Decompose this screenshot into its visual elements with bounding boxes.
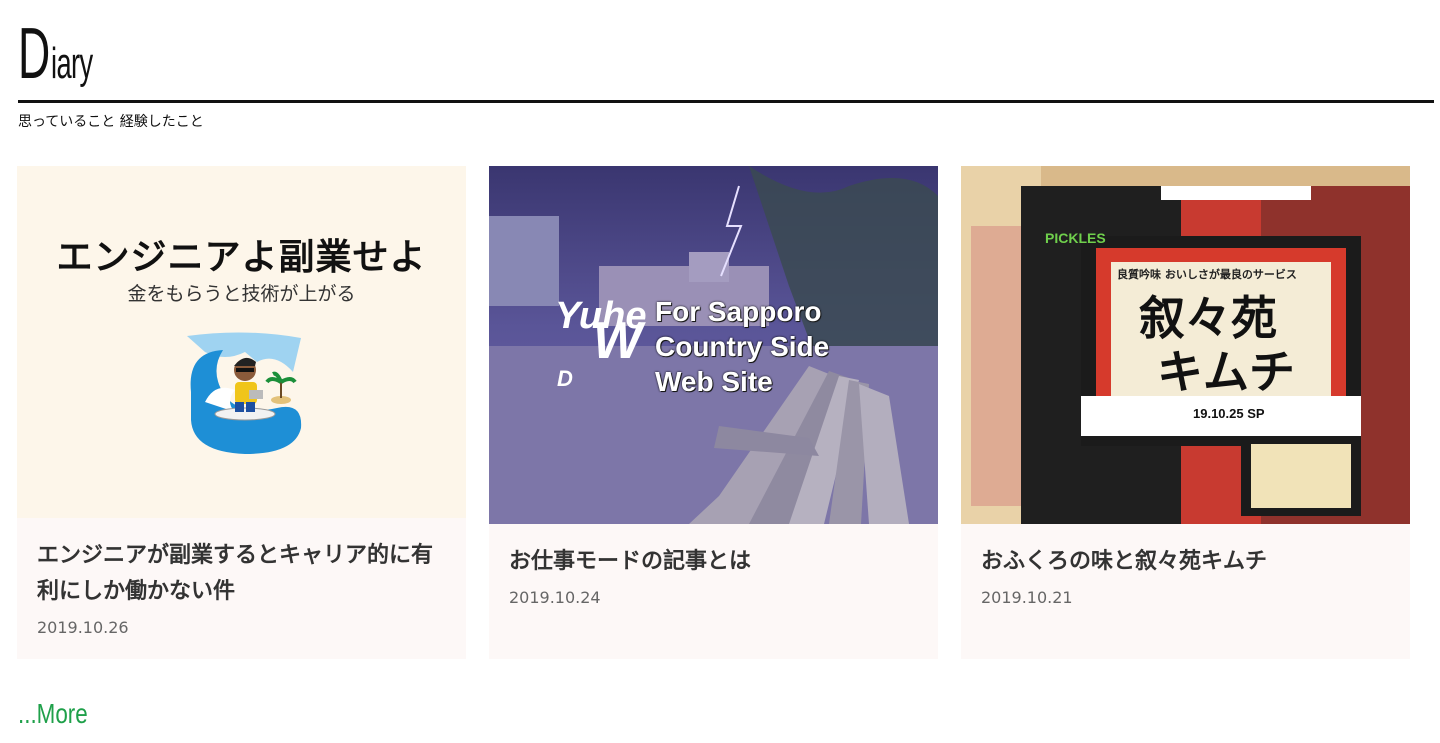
site-title-rest: iary	[51, 39, 93, 88]
article-card-body: エンジニアが副業するとキャリア的に有利にしか働かない件 2019.10.26	[17, 518, 466, 659]
article-card-body: おふくろの味と叙々苑キムチ 2019.10.21	[961, 524, 1410, 629]
thumbnail-caption-line-2: Country Side	[655, 331, 830, 362]
more-link[interactable]: ...More	[18, 698, 88, 730]
site-tagline: 思っていること 経験したこと	[18, 114, 204, 130]
article-title[interactable]: エンジニアが副業するとキャリア的に有利にしか働かない件	[37, 538, 446, 610]
thumbnail-caption: For Sapporo Country Side Web Site	[655, 294, 829, 399]
article-thumbnail[interactable]: PICKLES 良質吟味 おいしさが最良のサービス 叙々苑 キムチ 19.10.…	[961, 166, 1410, 524]
thumbnail-caption-line-1: For Sapporo	[655, 296, 822, 327]
package-tagline: 良質吟味 おいしさが最良のサービス	[1117, 268, 1297, 281]
thumbnail-caption-line-3: Web Site	[655, 366, 773, 397]
package-date-code: 19.10.25 SP	[1193, 406, 1265, 421]
package-product-name-2: キムチ	[1157, 345, 1295, 399]
article-title[interactable]: お仕事モードの記事とは	[509, 544, 918, 580]
package-brand: PICKLES	[1045, 230, 1106, 246]
article-card[interactable]: エンジニアよ副業せよ 金をもらうと技術が上がる エンジニアが副業するとキャリア的…	[17, 166, 466, 659]
article-card[interactable]: Yuhei W D For Sapporo Country Side Web S…	[489, 166, 938, 659]
thumbnail-subheading: 金をもらうと技術が上がる	[127, 283, 356, 305]
svg-text:W: W	[593, 312, 646, 370]
page: Diary 思っていること 経験したこと エンジニアよ副業せよ 金をもらうと技術…	[0, 0, 1440, 743]
header-divider	[18, 100, 1434, 103]
article-title[interactable]: おふくろの味と叙々苑キムチ	[981, 544, 1390, 580]
svg-text:D: D	[557, 366, 573, 391]
thumbnail-heading: エンジニアよ副業せよ	[56, 237, 427, 278]
site-header: Diary 思っていること 経験したこと	[18, 14, 1434, 131]
site-title-initial: D	[18, 14, 50, 94]
yuhei-web-design-logo: Yuhei W D	[555, 295, 647, 391]
article-date: 2019.10.24	[509, 588, 601, 607]
article-thumbnail[interactable]: エンジニアよ副業せよ 金をもらうと技術が上がる	[17, 166, 466, 518]
article-date: 2019.10.21	[981, 588, 1073, 607]
surfing-engineer-illustration	[187, 332, 302, 454]
article-date: 2019.10.26	[37, 618, 129, 637]
article-card[interactable]: PICKLES 良質吟味 おいしさが最良のサービス 叙々苑 キムチ 19.10.…	[961, 166, 1410, 659]
article-thumbnail[interactable]: Yuhei W D For Sapporo Country Side Web S…	[489, 166, 938, 524]
site-title[interactable]: Diary	[18, 14, 1434, 98]
article-card-list: エンジニアよ副業せよ 金をもらうと技術が上がる エンジニアが副業するとキャリア的…	[17, 166, 1410, 659]
article-card-body: お仕事モードの記事とは 2019.10.24	[489, 524, 938, 629]
